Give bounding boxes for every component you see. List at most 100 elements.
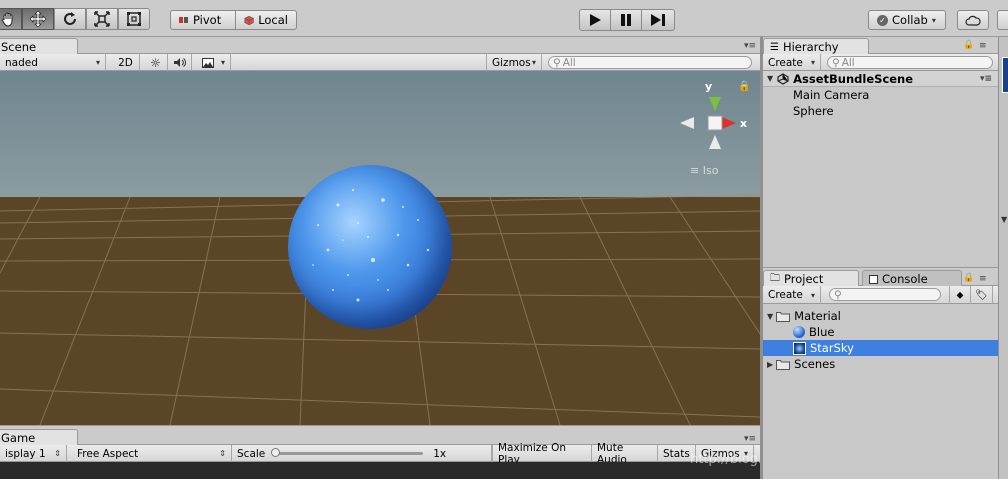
hierarchy-item-sphere[interactable]: Sphere xyxy=(763,103,998,119)
sun-icon: ☼ xyxy=(150,55,161,70)
play-button[interactable] xyxy=(579,9,611,31)
pivot-toggle-button[interactable]: Pivot xyxy=(170,10,236,30)
search-icon: ⚲ xyxy=(832,56,840,69)
scale-slider[interactable] xyxy=(271,448,424,457)
console-tab-label: Console xyxy=(882,272,928,286)
project-folder-material[interactable]: ▼ Material xyxy=(763,308,998,324)
scale-slider-thumb[interactable] xyxy=(271,448,281,457)
tab-hierarchy[interactable]: ☰ Hierarchy xyxy=(763,38,869,55)
scene-menu-icon[interactable]: ▾≡ xyxy=(980,74,992,84)
display-label: isplay 1 xyxy=(5,447,46,460)
project-create-dropdown[interactable]: Create ▾ xyxy=(763,286,821,304)
hierarchy-create-label: Create xyxy=(768,56,803,69)
game-viewport[interactable] xyxy=(0,462,760,479)
filter-by-label-button[interactable]: 🏷 xyxy=(971,286,993,304)
scene-tab-label: Scene xyxy=(1,40,37,54)
rotate-tool-button[interactable] xyxy=(54,8,86,30)
display-dropdown[interactable]: isplay 1 ⇕ xyxy=(0,445,67,462)
hierarchy-create-dropdown[interactable]: Create ▾ xyxy=(763,54,821,71)
tab-game[interactable]: Game xyxy=(0,429,78,446)
search-icon: ⚲ xyxy=(834,288,842,301)
hierarchy-item-label: Main Camera xyxy=(793,88,870,102)
search-icon: ⚲ xyxy=(553,56,561,69)
scene-gizmos-dropdown[interactable]: Gizmos ▾ xyxy=(486,54,542,71)
step-button[interactable] xyxy=(641,9,675,31)
expand-arrow-icon[interactable]: ▼ xyxy=(767,312,773,321)
orientation-gizmo[interactable]: y x 🔒 xyxy=(680,79,750,159)
panel-menu-icon[interactable]: ≡ xyxy=(979,275,991,284)
rotate-icon xyxy=(64,12,76,25)
console-icon xyxy=(869,274,878,284)
move-tool-button[interactable] xyxy=(22,8,54,30)
panel-menu-icon[interactable]: ▾≡ xyxy=(744,435,756,444)
project-folder-scenes[interactable]: ▶ Scenes xyxy=(763,356,998,372)
mode-2d-label: 2D xyxy=(118,56,133,69)
collapse-arrow-icon[interactable]: ▶ xyxy=(767,360,773,369)
lock-icon[interactable]: 🔒 xyxy=(963,41,975,50)
tab-scene[interactable]: Scene xyxy=(0,38,78,55)
scene-gizmos-label: Gizmos xyxy=(492,56,531,69)
chevron-down-icon: ▾ xyxy=(531,58,536,67)
hierarchy-tab-label: Hierarchy xyxy=(782,40,839,54)
scene-search-input[interactable]: ⚲ All xyxy=(548,56,752,69)
panel-menu-icon[interactable]: ≡ xyxy=(979,42,991,51)
project-tab-strip: 🗀 Project Console 🔒 ≡ xyxy=(763,267,998,287)
effects-dropdown[interactable]: ▾ xyxy=(197,54,231,71)
cloud-button[interactable] xyxy=(957,10,989,30)
hierarchy-tree: ▼ AssetBundleScene ▾≡ Main Camera Sphere xyxy=(763,71,998,267)
project-search-input[interactable]: ⚲ xyxy=(829,288,941,301)
account-button[interactable] xyxy=(997,10,1008,30)
inspector-edge: ▼ xyxy=(998,37,1008,479)
hierarchy-search-placeholder: All xyxy=(841,56,855,69)
pivot-icon xyxy=(179,15,189,25)
project-item-label: StarSky xyxy=(810,341,854,355)
iso-menu-icon: ≡ xyxy=(690,164,703,177)
folder-label: Scenes xyxy=(794,357,836,371)
inspector-thumbnail xyxy=(1002,57,1008,93)
project-control-bar: Create ▾ ⚲ ⬥ 🏷 xyxy=(763,286,998,304)
folder-icon xyxy=(776,359,791,370)
tab-project[interactable]: 🗀 Project xyxy=(763,270,859,287)
scene-root-row[interactable]: ▼ AssetBundleScene ▾≡ xyxy=(763,71,998,87)
aspect-dropdown[interactable]: Free Aspect ⇕ xyxy=(72,445,232,462)
tab-console[interactable]: Console xyxy=(862,270,962,287)
hierarchy-item-main-camera[interactable]: Main Camera xyxy=(763,87,998,103)
mode-2d-toggle[interactable]: 2D xyxy=(112,54,140,71)
scene-tab-strip: Scene ▾≡ xyxy=(0,37,760,55)
mute-audio-toggle[interactable]: Mute Audio xyxy=(592,442,658,466)
rect-tool-button[interactable] xyxy=(118,8,150,30)
scale-control: Scale 1x xyxy=(232,445,492,462)
scene-viewport[interactable]: y x 🔒 ≡ Iso xyxy=(0,71,760,425)
shading-mode-dropdown[interactable]: naded ▾ xyxy=(0,54,106,71)
expand-arrow-icon[interactable]: ▼ xyxy=(767,74,773,83)
gizmo-lock-icon[interactable]: 🔒 xyxy=(738,81,750,92)
pause-icon xyxy=(621,14,631,26)
chevron-down-icon: ▾ xyxy=(810,58,815,67)
hierarchy-control-bar: Create ▾ ⚲ All xyxy=(763,54,998,71)
hierarchy-search-input[interactable]: ⚲ All xyxy=(827,56,993,69)
starsky-sphere[interactable] xyxy=(288,165,452,329)
hand-tool-button[interactable] xyxy=(0,8,22,30)
check-circle-icon: ✓ xyxy=(877,14,888,26)
panel-menu-icon[interactable]: ▾≡ xyxy=(744,42,756,51)
folder-label: Material xyxy=(794,309,841,323)
aspect-label: Free Aspect xyxy=(77,447,139,460)
updown-icon: ⇕ xyxy=(219,449,226,458)
local-toggle-button[interactable]: Local xyxy=(235,10,297,30)
filter-by-type-button[interactable]: ⬥ xyxy=(949,286,971,304)
cloud-icon xyxy=(965,15,981,26)
lock-icon[interactable]: 🔒 xyxy=(963,274,975,283)
scene-search-placeholder: All xyxy=(562,56,576,69)
game-control-bar: isplay 1 ⇕ Free Aspect ⇕ Scale 1x Maximi… xyxy=(0,442,760,466)
texture-thumbnail-icon xyxy=(793,341,806,355)
maximize-on-play-toggle[interactable]: Maximize On Play xyxy=(492,442,592,466)
project-item-blue[interactable]: Blue xyxy=(763,324,998,340)
scale-tool-button[interactable] xyxy=(86,8,118,30)
lighting-toggle[interactable]: ☼ xyxy=(144,54,168,71)
iso-label[interactable]: ≡ Iso xyxy=(690,164,718,177)
inspector-scroll-arrow[interactable]: ▼ xyxy=(1001,215,1007,224)
pause-button[interactable] xyxy=(610,9,642,31)
project-item-starsky[interactable]: StarSky xyxy=(763,340,998,356)
audio-toggle[interactable] xyxy=(168,54,192,71)
collab-dropdown[interactable]: ✓ Collab ▾ xyxy=(868,10,946,30)
